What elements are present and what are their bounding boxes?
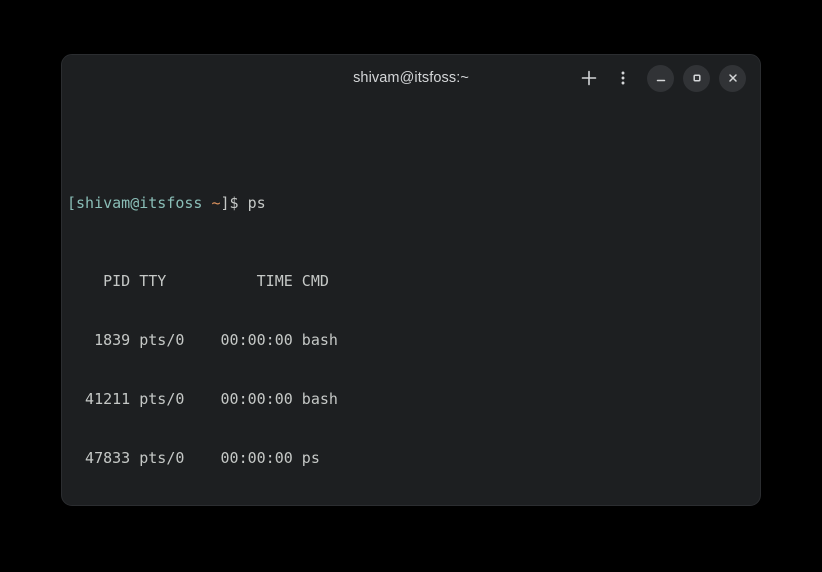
close-button[interactable] (719, 65, 746, 92)
titlebar-actions (574, 55, 746, 101)
prompt-userhost: [shivam@itsfoss (67, 194, 202, 212)
terminal-window: shivam@itsfoss:~ (61, 54, 761, 506)
maximize-button[interactable] (683, 65, 710, 92)
window-title-bar[interactable]: shivam@itsfoss:~ (62, 55, 760, 101)
command-ps: ps (248, 194, 266, 212)
ps-output-line: 47833 pts/0 00:00:00 ps (62, 449, 760, 469)
prompt-tail: ]$ (221, 194, 248, 212)
window-title: shivam@itsfoss:~ (353, 70, 469, 86)
menu-kebab-icon[interactable] (608, 63, 638, 93)
ps-output-line: 1839 pts/0 00:00:00 bash (62, 331, 760, 351)
prompt-line-ps: [shivam@itsfoss ~]$ ps (62, 194, 760, 214)
ps-output-line: 41211 pts/0 00:00:00 bash (62, 390, 760, 410)
terminal-output-area[interactable]: [shivam@itsfoss ~]$ ps PID TTY TIME CMD … (62, 101, 760, 506)
prompt-tilde: ~ (202, 194, 220, 212)
ps-output-line: PID TTY TIME CMD (62, 272, 760, 292)
new-tab-icon[interactable] (574, 63, 604, 93)
minimize-button[interactable] (647, 65, 674, 92)
